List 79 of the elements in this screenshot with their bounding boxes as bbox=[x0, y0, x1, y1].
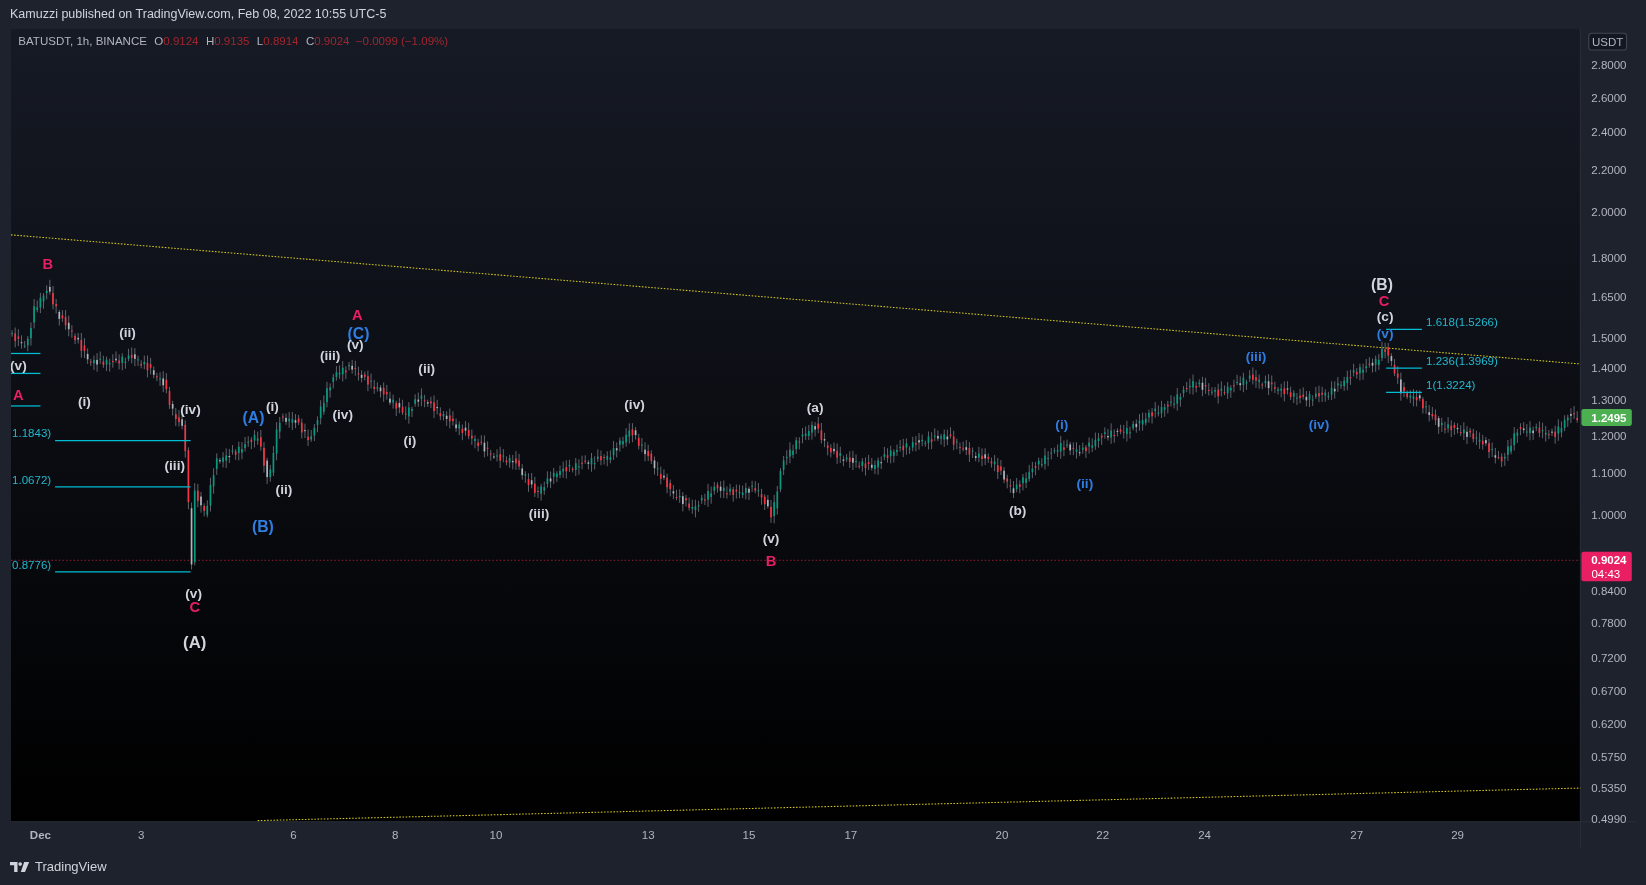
time-axis-label: 3 bbox=[137, 829, 144, 842]
price-axis-label: 0.5750 bbox=[1590, 750, 1627, 763]
price-axis-label: 1.1000 bbox=[1590, 467, 1627, 480]
time-axis-label: 10 bbox=[489, 829, 502, 842]
time-axis-label: 22 bbox=[1095, 829, 1109, 842]
price-axis-label: 0.6700 bbox=[1590, 684, 1627, 697]
time-axis-label: Dec bbox=[29, 829, 51, 842]
wave-label[interactable]: A bbox=[351, 306, 363, 323]
price-axis-label: 0.4990 bbox=[1590, 812, 1627, 825]
wave-label[interactable]: (C) bbox=[347, 324, 369, 342]
wave-label[interactable]: (B) bbox=[251, 517, 274, 535]
time-axis-label: 13 bbox=[641, 829, 655, 842]
price-axis-label: 0.8400 bbox=[1590, 584, 1627, 597]
wave-label[interactable]: (ii) bbox=[118, 324, 136, 340]
wave-label[interactable]: (v) bbox=[1376, 325, 1393, 341]
price-axis-label: 0.7200 bbox=[1590, 652, 1627, 665]
wave-label[interactable]: B bbox=[765, 552, 776, 569]
fibonacci-label: 0.8776) bbox=[11, 558, 51, 571]
wave-label[interactable]: (b) bbox=[1008, 503, 1026, 519]
wave-label[interactable]: (A) bbox=[242, 408, 264, 426]
wave-label[interactable]: (A) bbox=[182, 633, 206, 653]
price-axis-label: 1.5000 bbox=[1590, 331, 1627, 344]
price-axis-label: 2.0000 bbox=[1590, 205, 1627, 218]
time-axis-label: 15 bbox=[742, 829, 755, 842]
fibonacci-label: 1.236(1.3969) bbox=[1425, 355, 1498, 367]
price-axis-label: 1.3000 bbox=[1590, 393, 1627, 406]
wave-label[interactable]: A bbox=[12, 386, 24, 403]
wave-label[interactable]: (i) bbox=[402, 432, 416, 448]
fibonacci-label: 1.1843) bbox=[11, 427, 51, 440]
wave-label[interactable]: B bbox=[41, 256, 53, 273]
brand-name: TradingView bbox=[35, 859, 107, 874]
fibonacci-label: 1(1.3224) bbox=[1425, 379, 1475, 392]
price-axis-label: 1.2000 bbox=[1590, 429, 1627, 442]
price-axis-label: 2.8000 bbox=[1590, 59, 1627, 71]
price-axis-label: 1.0000 bbox=[1590, 509, 1627, 522]
current-price-badge: 0.9024 04:43 bbox=[1580, 551, 1632, 582]
wave-label[interactable]: (iv) bbox=[332, 406, 353, 422]
wave-label[interactable]: (v) bbox=[762, 531, 779, 547]
wave-label[interactable]: (c) bbox=[1376, 308, 1393, 324]
fibonacci-label: 1.0672) bbox=[11, 473, 51, 486]
wave-label[interactable]: (iv) bbox=[1308, 417, 1329, 433]
wave-label[interactable]: (iii) bbox=[1245, 348, 1266, 364]
price-axis-label: 2.2000 bbox=[1590, 163, 1627, 176]
time-axis-label: 27 bbox=[1349, 829, 1363, 842]
price-axis-label: 0.7800 bbox=[1590, 617, 1627, 630]
price-axis-label: 1.4000 bbox=[1590, 362, 1627, 375]
price-axis-label: 2.4000 bbox=[1590, 126, 1627, 139]
price-axis-label: 1.6500 bbox=[1590, 291, 1627, 303]
wave-label[interactable]: (a) bbox=[806, 400, 823, 416]
price-axis-label: 0.5350 bbox=[1590, 782, 1627, 795]
wave-label[interactable]: (v) bbox=[184, 586, 202, 602]
wave-label[interactable]: (B) bbox=[1370, 276, 1393, 294]
wave-label[interactable]: (ii) bbox=[417, 361, 435, 377]
wave-label[interactable]: (ii) bbox=[275, 482, 292, 498]
price-axis-label: 2.6000 bbox=[1590, 91, 1627, 104]
wave-label[interactable]: C bbox=[1378, 293, 1389, 310]
time-axis-label: 6 bbox=[289, 829, 297, 842]
time-axis-label: 8 bbox=[391, 829, 398, 842]
time-axis-label: 20 bbox=[995, 829, 1008, 842]
wave-label[interactable]: (iv) bbox=[623, 397, 645, 413]
wave-label[interactable]: (i) bbox=[265, 399, 279, 415]
wave-label[interactable]: (i) bbox=[77, 393, 91, 409]
ohlc-legend: BATUSDT, 1h, BINANCE O0.9124 H0.9135 L0.8914 C0.9024 −0.0099 (−1.09%) bbox=[17, 34, 448, 47]
time-axis-label: 17 bbox=[843, 829, 857, 842]
price-axis-label: 0.6200 bbox=[1590, 718, 1627, 731]
wave-label[interactable]: (iv) bbox=[179, 402, 201, 418]
wave-label[interactable]: (iii) bbox=[164, 458, 185, 473]
wave-label[interactable]: (iii) bbox=[319, 347, 340, 363]
wave-label[interactable]: (v) bbox=[10, 358, 27, 374]
publish-caption: Kamuzzi published on TradingView.com, Feb 08, 2022 10:55 UTC-5 bbox=[9, 6, 388, 23]
time-axis-label: 29 bbox=[1450, 829, 1464, 842]
wave-label[interactable]: (iii) bbox=[528, 506, 549, 522]
fibonacci-label: 1.618(1.5266) bbox=[1425, 316, 1498, 329]
time-axis-label: 24 bbox=[1197, 829, 1211, 842]
wave-label[interactable]: (ii) bbox=[1076, 475, 1093, 491]
currency-badge[interactable]: USDT bbox=[1587, 32, 1627, 51]
last-price-badge: 1.2495 bbox=[1580, 409, 1632, 426]
price-axis-label: 1.8000 bbox=[1590, 252, 1627, 265]
wave-label[interactable]: (i) bbox=[1054, 417, 1068, 433]
